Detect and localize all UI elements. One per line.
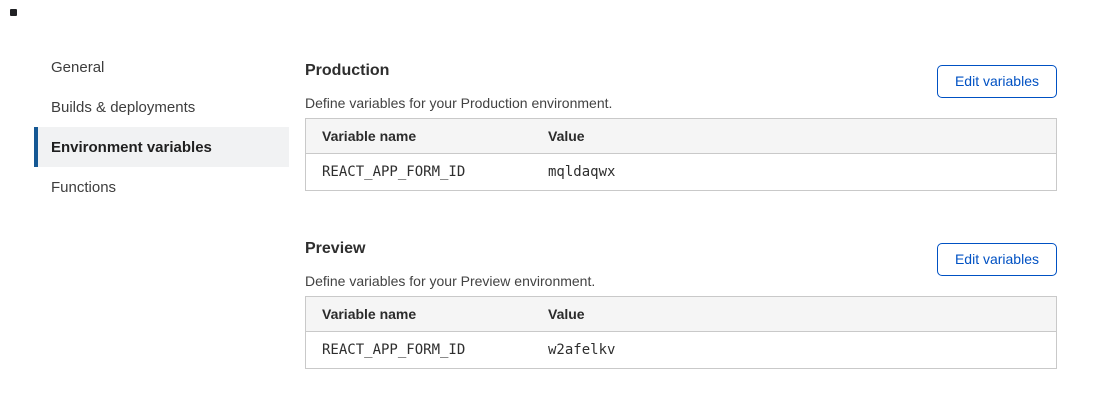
section-title: Production bbox=[305, 61, 389, 81]
variable-name-cell: REACT_APP_FORM_ID bbox=[306, 164, 548, 180]
section-title: Preview bbox=[305, 239, 365, 259]
environment-variables-panel: Production Define variables for your Pro… bbox=[305, 0, 1057, 420]
edit-variables-button[interactable]: Edit variables bbox=[937, 65, 1057, 98]
sidebar-item-builds-deployments[interactable]: Builds & deployments bbox=[34, 87, 289, 127]
production-variables-table: Variable name Value REACT_APP_FORM_ID mq… bbox=[305, 118, 1057, 191]
settings-sidebar-nav: General Builds & deployments Environment… bbox=[34, 47, 289, 207]
table-header-row: Variable name Value bbox=[306, 119, 1056, 154]
top-left-mark-icon bbox=[10, 9, 17, 16]
section-description: Define variables for your Preview enviro… bbox=[305, 271, 595, 291]
column-header-value: Value bbox=[548, 128, 1056, 144]
table-row: REACT_APP_FORM_ID w2afelkv bbox=[306, 332, 1056, 368]
variable-value-cell: mqldaqwx bbox=[548, 164, 1056, 180]
section-preview: Preview Define variables for your Previe… bbox=[305, 222, 1057, 414]
column-header-variable-name: Variable name bbox=[306, 306, 548, 322]
table-row: REACT_APP_FORM_ID mqldaqwx bbox=[306, 154, 1056, 190]
edit-variables-button[interactable]: Edit variables bbox=[937, 243, 1057, 276]
variable-name-cell: REACT_APP_FORM_ID bbox=[306, 342, 548, 358]
table-header-row: Variable name Value bbox=[306, 297, 1056, 332]
preview-variables-table: Variable name Value REACT_APP_FORM_ID w2… bbox=[305, 296, 1057, 369]
column-header-value: Value bbox=[548, 306, 1056, 322]
column-header-variable-name: Variable name bbox=[306, 128, 548, 144]
section-production: Production Define variables for your Pro… bbox=[305, 44, 1057, 236]
variable-value-cell: w2afelkv bbox=[548, 342, 1056, 358]
section-description: Define variables for your Production env… bbox=[305, 93, 612, 113]
sidebar-item-general[interactable]: General bbox=[34, 47, 289, 87]
sidebar-item-environment-variables[interactable]: Environment variables bbox=[34, 127, 289, 167]
sidebar-item-functions[interactable]: Functions bbox=[34, 167, 289, 207]
